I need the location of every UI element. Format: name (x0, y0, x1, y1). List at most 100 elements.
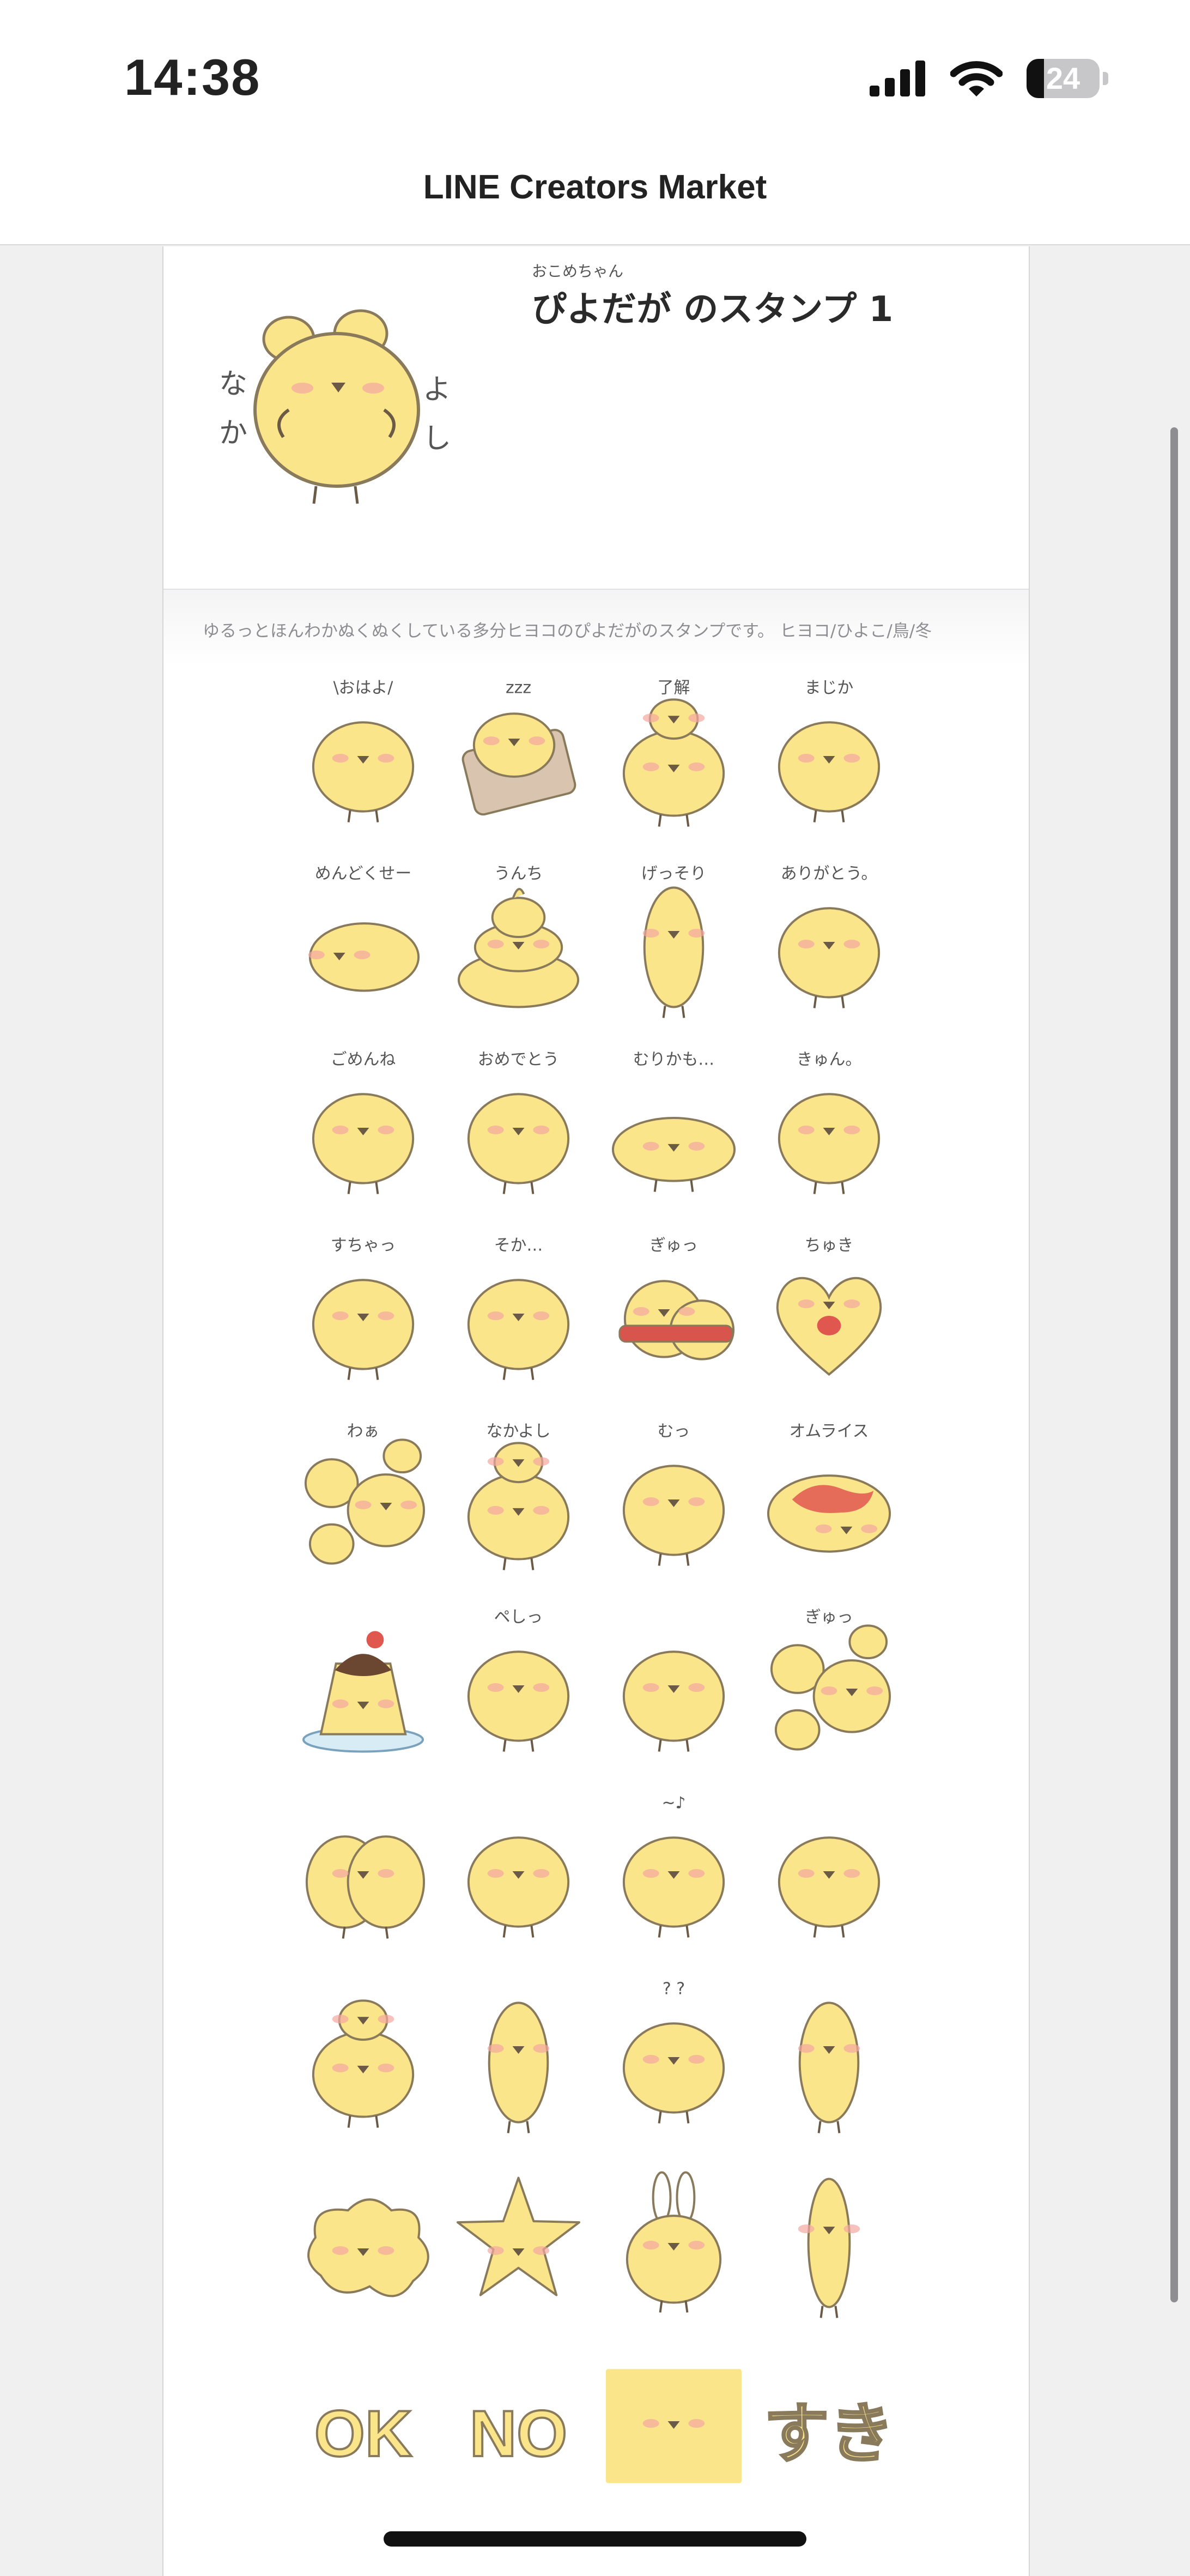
sticker-item[interactable]: 了解 (596, 663, 751, 849)
sticker-item[interactable] (596, 1593, 751, 1778)
sticker-item[interactable]: NO (441, 2336, 596, 2521)
sticker-image (605, 2369, 742, 2483)
sticker-item[interactable]: ぎゅっ (751, 1593, 907, 1778)
sticker-caption: ごめんね (331, 1050, 396, 1069)
sticker-image: 了解 (622, 678, 725, 827)
sticker-item[interactable] (441, 2150, 596, 2336)
sticker-item[interactable] (441, 1964, 596, 2150)
sticker-image: NO (469, 2397, 568, 2471)
status-icons: 24 (870, 59, 1108, 98)
scrollbar[interactable] (1170, 427, 1178, 2302)
main-image-text-3: よ (423, 373, 451, 406)
sticker-image: むりかも… (611, 1050, 736, 1192)
sticker-item[interactable] (286, 1779, 441, 1964)
sticker-item[interactable]: まじか (751, 663, 907, 849)
sticker-item[interactable] (441, 1779, 596, 1964)
navigation-bar: LINE Creators Market (0, 136, 1190, 245)
sticker-caption: zzz (506, 678, 531, 697)
main-image-text-2: か (219, 417, 247, 450)
sticker-item[interactable]: zzz (441, 663, 596, 849)
sticker-item[interactable] (286, 1964, 441, 2150)
sticker-image: zzz (462, 678, 576, 816)
sticker-item[interactable]: オムライス (751, 1407, 907, 1592)
sticker-item[interactable]: ペしっ (441, 1593, 596, 1778)
sticker-item[interactable]: うんち (441, 849, 596, 1035)
pack-title: ぴよだが のスタンプ 1 (532, 289, 894, 330)
sticker-item[interactable]: OK (286, 2336, 441, 2521)
sticker-image: OK (313, 2397, 413, 2471)
main-image-text-1: な (219, 368, 247, 401)
sticker-item[interactable]: わぁ (286, 1407, 441, 1592)
sticker-caption: オムライス (789, 1422, 869, 1441)
sticker-pack-panel: な か よ し おこめちゃん ぴよだが のスタンプ 1 ゆるっとほんわかぬくぬく… (162, 246, 1030, 2576)
sticker-caption: おめでとう (478, 1050, 559, 1069)
sticker-item[interactable]: ごめんね (286, 1035, 441, 1220)
sticker-image: まじか (778, 678, 881, 823)
sticker-word: OK (314, 2398, 412, 2470)
sticker-caption: うんち (494, 864, 543, 883)
sticker-word: NO (470, 2398, 567, 2470)
sticker-item[interactable]: きゅん。 (751, 1035, 907, 1220)
sticker-image: めんどくせー (308, 864, 420, 992)
sticker-image: ~♪ (622, 1793, 725, 1938)
sticker-item[interactable]: むりかも… (596, 1035, 751, 1220)
sticker-caption: ぎゅっ (805, 1607, 853, 1626)
sticker-caption: ~♪ (661, 1793, 685, 1812)
sticker-caption: むっ (658, 1422, 690, 1441)
sticker-item[interactable] (286, 2150, 441, 2336)
sticker-item[interactable]: ちゅき (751, 1221, 907, 1406)
sticker-image (305, 1835, 426, 1939)
sticker-caption: まじか (805, 678, 854, 697)
sticker-item[interactable]: \おはよ/ (286, 663, 441, 849)
sticker-image: むっ (622, 1422, 725, 1566)
sticker-image (778, 1836, 881, 1938)
sticker-item[interactable] (751, 1964, 907, 2150)
sticker-image: おめでとう (467, 1050, 570, 1194)
sticker-image: すちゃっ (312, 1236, 415, 1380)
sticker-item[interactable] (596, 2336, 751, 2521)
sticker-item[interactable]: げっそり (596, 849, 751, 1035)
sticker-item[interactable]: ? ? (596, 1964, 751, 2150)
sticker-caption: ぎゅっ (649, 1236, 698, 1255)
sticker-image: なかよし (467, 1422, 570, 1570)
sticker-item[interactable]: そか… (441, 1221, 596, 1406)
home-indicator[interactable] (384, 2531, 806, 2547)
sticker-image: わぁ (304, 1422, 426, 1565)
sticker-image: \おはよ/ (312, 678, 415, 823)
sticker-image: ぎゅっ (618, 1236, 735, 1360)
battery-level: 24 (1046, 61, 1080, 95)
sticker-item[interactable]: めんどくせー (286, 849, 441, 1035)
sticker-item[interactable]: ぎゅっ (596, 1221, 751, 1406)
sticker-image: うんち (457, 864, 580, 1008)
sticker-caption: きゅん。 (797, 1050, 862, 1069)
sticker-caption: 了解 (658, 678, 690, 697)
sticker-item[interactable]: すき (751, 2336, 907, 2521)
wifi-icon (950, 61, 1003, 96)
main-sticker-image[interactable]: な か よ し (212, 290, 452, 530)
sticker-image (798, 2001, 860, 2133)
sticker-caption: なかよし (486, 1422, 550, 1441)
sticker-item[interactable] (751, 2150, 907, 2336)
sticker-item[interactable]: ~♪ (596, 1779, 751, 1964)
sticker-caption: わぁ (347, 1422, 380, 1441)
sticker-caption: そか… (494, 1236, 543, 1255)
sticker-image: ? ? (622, 1979, 725, 2124)
pack-title-ruby: おこめちゃん (532, 262, 624, 280)
sticker-item[interactable]: なかよし (441, 1407, 596, 1592)
sticker-image: ぎゅっ (770, 1607, 891, 1751)
sticker-image: ごめんね (312, 1050, 415, 1194)
sticker-item[interactable] (286, 1593, 441, 1778)
sticker-item[interactable] (596, 2150, 751, 2336)
sticker-item[interactable]: おめでとう (441, 1035, 596, 1220)
page-title: LINE Creators Market (423, 168, 767, 206)
sticker-caption: ペしっ (494, 1607, 543, 1626)
sticker-image: きゅん。 (778, 1050, 881, 1194)
sticker-caption: ちゅき (805, 1236, 854, 1255)
sticker-item[interactable]: ありがとう。 (751, 849, 907, 1035)
sticker-image (487, 2001, 550, 2133)
sticker-caption: \おはよ/ (333, 678, 394, 697)
sticker-image: げっそり (641, 864, 706, 1018)
sticker-item[interactable]: むっ (596, 1407, 751, 1592)
sticker-item[interactable]: すちゃっ (286, 1221, 441, 1406)
sticker-item[interactable] (751, 1779, 907, 1964)
